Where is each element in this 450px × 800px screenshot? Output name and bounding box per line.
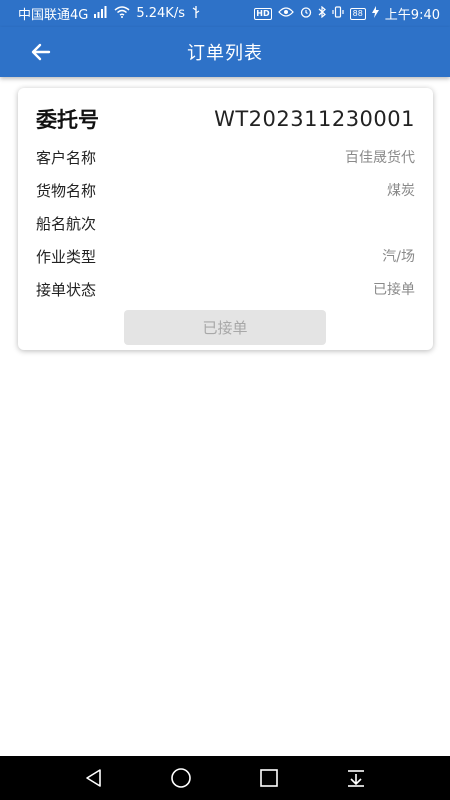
back-button[interactable] (28, 39, 54, 65)
clock-time: 上午9:40 (384, 8, 440, 23)
field-row-vessel: 船名航次 (36, 211, 415, 235)
field-label: 作业类型 (36, 247, 97, 266)
home-circle-icon (171, 768, 192, 788)
field-value: 百佳晟货代 (345, 150, 415, 166)
vibrate-icon (332, 5, 344, 22)
field-label: 船名航次 (36, 214, 97, 233)
field-value: 汽/场 (382, 249, 415, 265)
order-id-value: WT202311230001 (214, 107, 415, 131)
status-bar-right: HD 88 上午9:40 (254, 4, 440, 23)
field-value: 煤炭 (387, 183, 415, 199)
nav-home-button[interactable] (161, 758, 201, 798)
net-speed: 5.24K/s (136, 6, 185, 21)
back-triangle-icon (85, 769, 101, 787)
status-bar: 中国联通4G 5.24K/s HD 88 上午9:40 (0, 0, 450, 27)
status-bar-left: 中国联通4G 5.24K/s (18, 4, 201, 23)
field-label: 货物名称 (36, 181, 97, 200)
order-card[interactable]: 委托号 WT202311230001 客户名称 百佳晟货代 货物名称 煤炭 船名… (18, 88, 433, 350)
field-row-cargo: 货物名称 煤炭 (36, 178, 415, 202)
notification-pull-icon (348, 770, 365, 787)
hd-badge: HD (254, 7, 272, 20)
nav-notification-button[interactable] (336, 758, 376, 798)
alarm-icon (300, 6, 312, 22)
carrier-label: 中国联通4G (18, 8, 89, 23)
app-bar: 订单列表 (0, 27, 450, 77)
field-value: 已接单 (373, 282, 415, 298)
order-id-label: 委托号 (36, 108, 99, 132)
charging-icon (371, 5, 379, 22)
usb-icon (191, 5, 201, 22)
field-label: 接单状态 (36, 280, 97, 299)
system-nav-bar (0, 756, 450, 800)
arrow-left-icon (31, 43, 51, 61)
signal-icon (94, 5, 108, 22)
accepted-status-button[interactable]: 已接单 (124, 310, 326, 345)
field-row-customer: 客户名称 百佳晟货代 (36, 145, 415, 169)
eye-icon (277, 6, 294, 21)
nav-back-button[interactable] (74, 758, 114, 798)
order-id-row: 委托号 WT202311230001 (36, 102, 415, 136)
field-row-operation-type: 作业类型 汽/场 (36, 244, 415, 268)
recents-square-icon (259, 769, 278, 787)
battery-indicator: 88 (349, 7, 366, 20)
nav-recents-button[interactable] (249, 758, 289, 798)
page-title: 订单列表 (187, 43, 263, 64)
bluetooth-icon (318, 5, 326, 22)
field-row-order-status: 接单状态 已接单 (36, 277, 415, 301)
field-label: 客户名称 (36, 148, 97, 167)
wifi-icon (114, 5, 130, 22)
